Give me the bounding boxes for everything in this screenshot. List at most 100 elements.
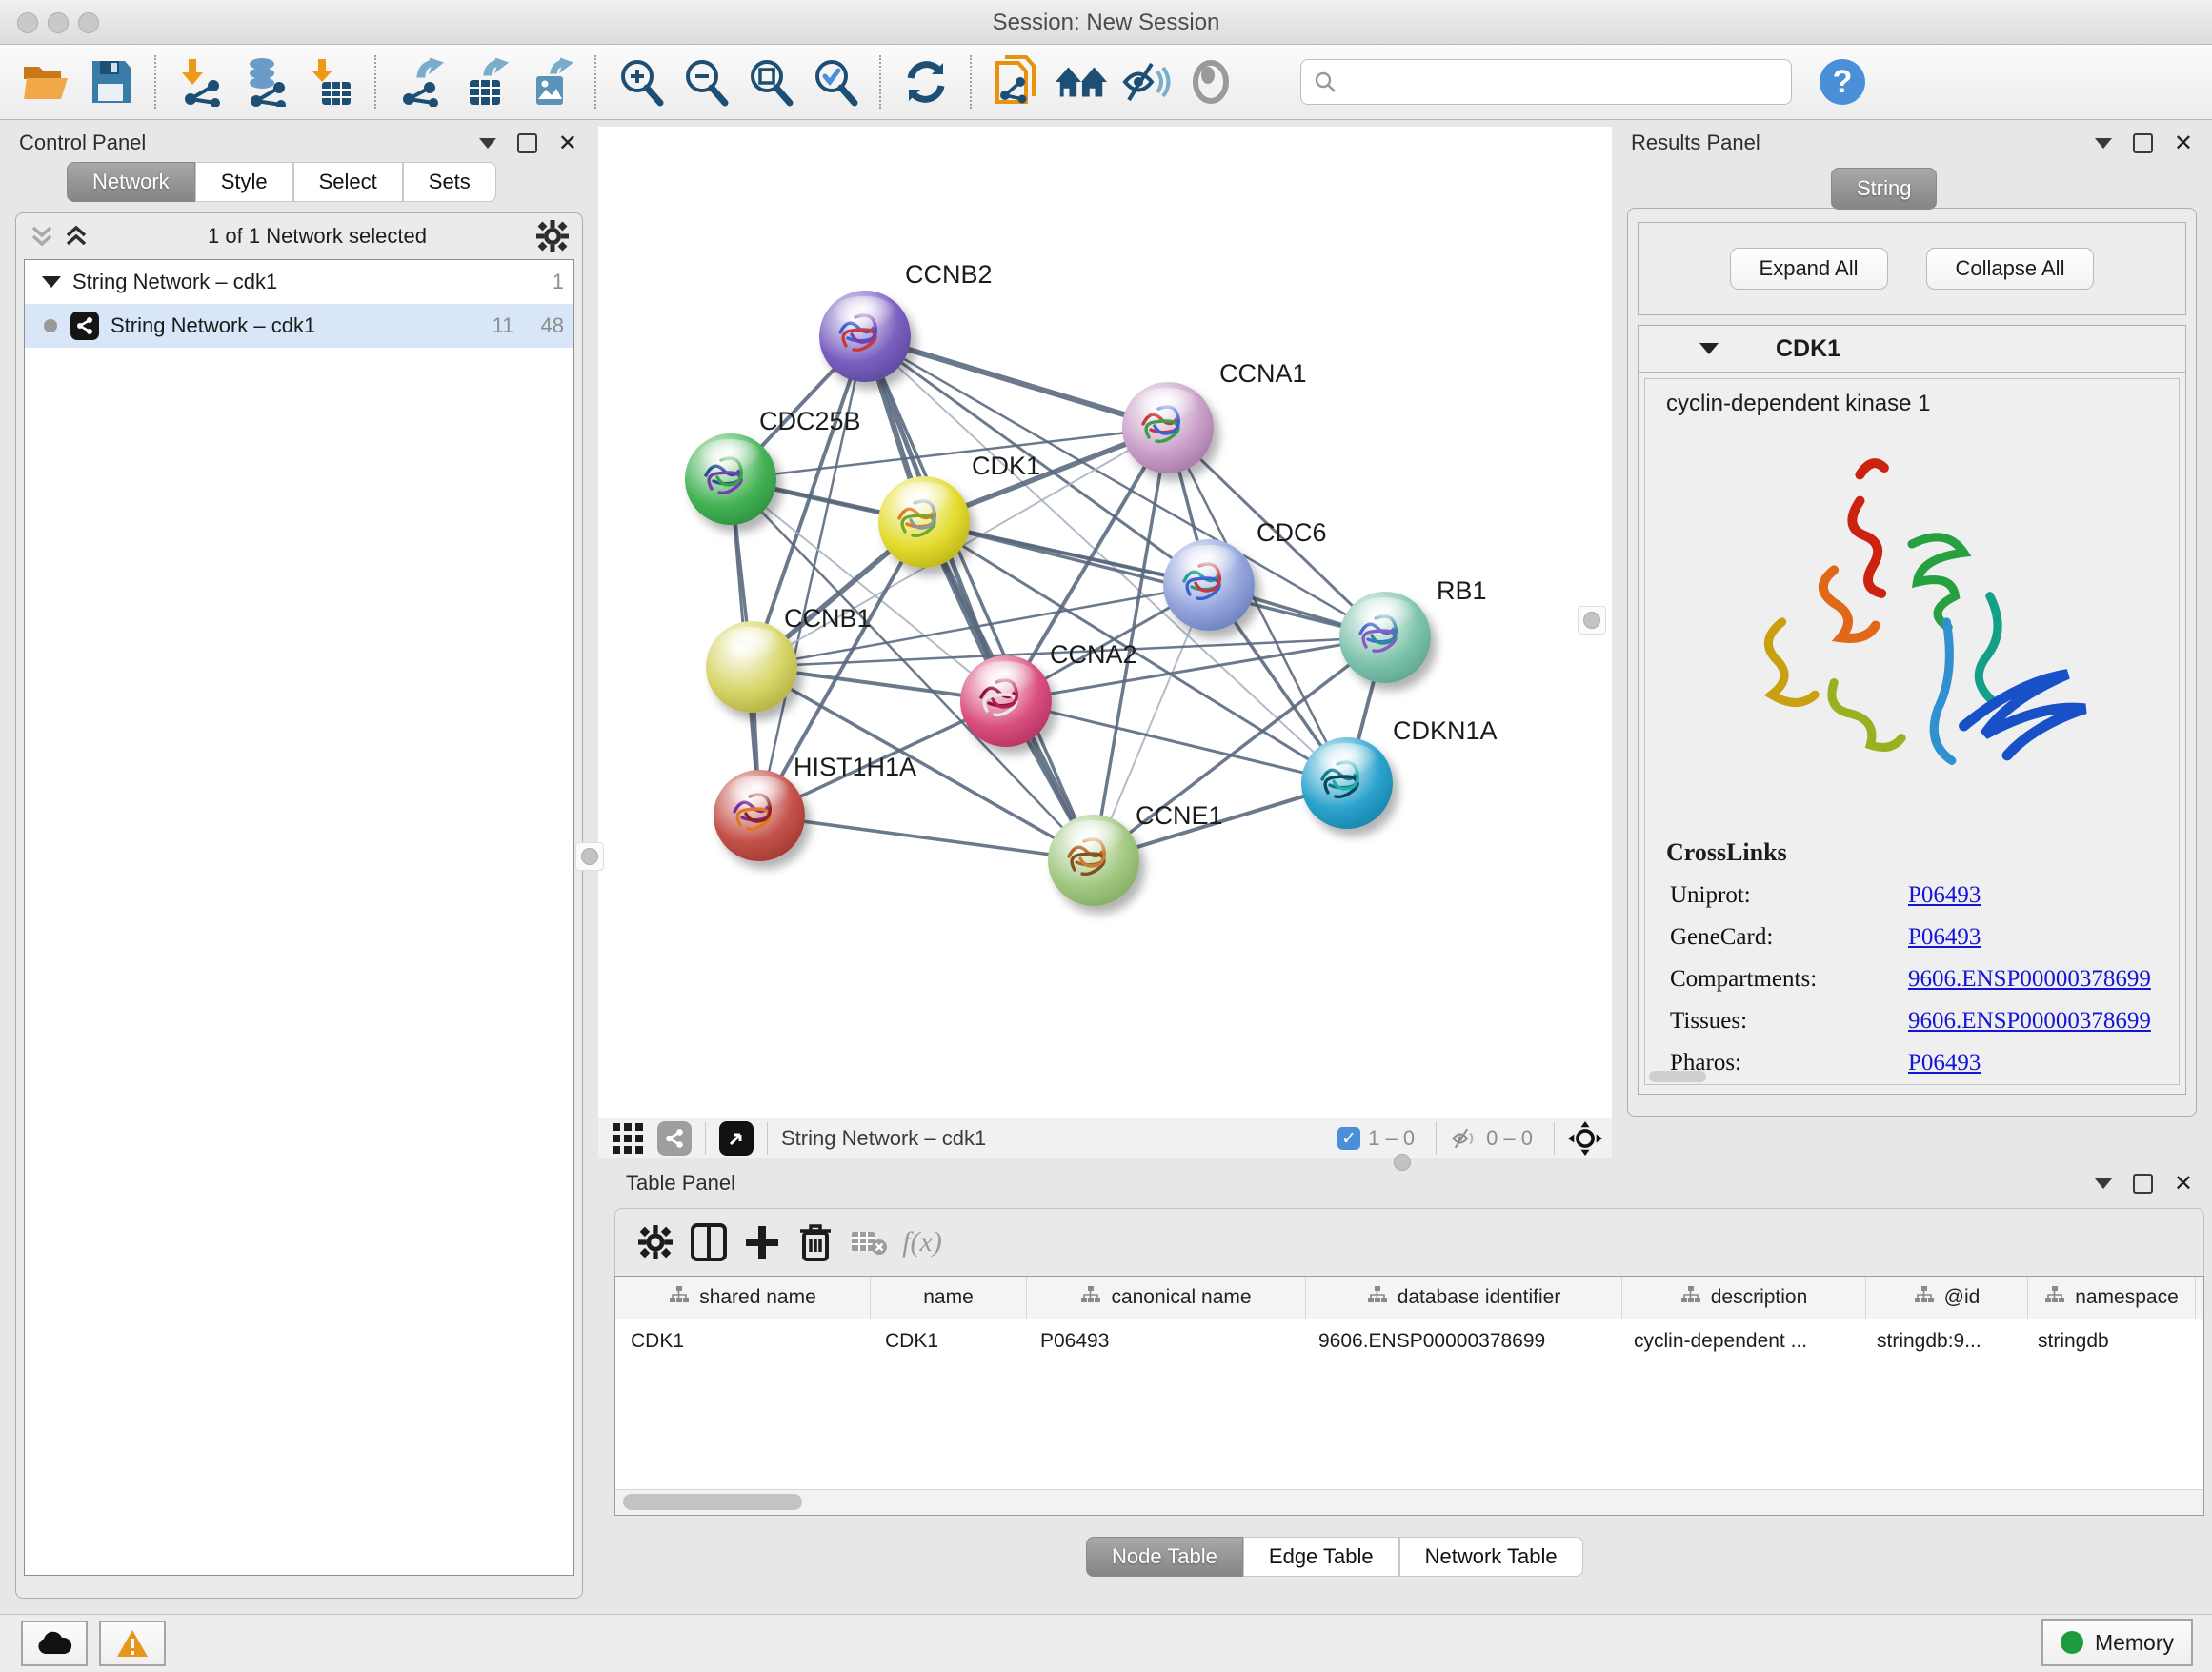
selected-checkbox-icon[interactable]: ✓ [1337, 1127, 1360, 1150]
export-table-icon[interactable] [458, 54, 513, 110]
crosslink-link[interactable]: 9606.ENSP00000378699 [1908, 1008, 2151, 1035]
tab-style[interactable]: Style [195, 162, 293, 202]
tab-select[interactable]: Select [293, 162, 403, 202]
control-panel-menu-icon[interactable] [479, 138, 496, 149]
table-cell[interactable]: P06493 [1025, 1319, 1303, 1363]
show-columns-icon[interactable] [682, 1218, 735, 1267]
network-node-ccnb1[interactable] [706, 621, 797, 713]
table-options-gear-icon[interactable] [629, 1218, 682, 1267]
network-node-cdc25b[interactable] [685, 433, 776, 525]
table-cell[interactable]: CDK1 [870, 1319, 1025, 1363]
network-node-hist1h1a[interactable] [714, 770, 805, 861]
right-splitter-grip[interactable] [1578, 606, 1606, 635]
column-header-namespace[interactable]: namespace [2028, 1277, 2196, 1319]
import-network-icon[interactable] [173, 54, 229, 110]
network-tree-child-row[interactable]: String Network – cdk1 11 48 [25, 304, 573, 348]
left-splitter-grip[interactable] [575, 842, 604, 871]
import-database-icon[interactable] [238, 54, 293, 110]
table-hscroll[interactable] [615, 1489, 2203, 1515]
detach-view-icon[interactable] [719, 1121, 754, 1156]
table-cell[interactable]: stringdb:9... [1861, 1319, 2022, 1363]
tab-string[interactable]: String [1831, 168, 1937, 210]
table-panel-close-icon[interactable]: ✕ [2174, 1176, 2193, 1192]
export-image-icon[interactable] [523, 54, 578, 110]
pan-crosshair-icon[interactable] [1568, 1121, 1602, 1156]
zoom-fit-icon[interactable] [743, 54, 798, 110]
control-panel-float-icon[interactable] [517, 133, 537, 153]
network-overview-icon[interactable] [657, 1121, 692, 1156]
column-header-description[interactable]: description [1622, 1277, 1866, 1319]
expand-all-icon[interactable] [64, 224, 89, 249]
network-node-ccna2[interactable] [960, 655, 1052, 747]
table-cell[interactable]: cyclin-dependent ... [1619, 1319, 1861, 1363]
crosslink-link[interactable]: P06493 [1908, 1050, 1981, 1077]
table-panel-float-icon[interactable] [2133, 1174, 2153, 1194]
share-file-icon[interactable] [989, 54, 1044, 110]
tab-edge-table[interactable]: Edge Table [1243, 1537, 1399, 1577]
search-box[interactable] [1300, 59, 1792, 105]
control-panel-close-icon[interactable]: ✕ [558, 135, 577, 151]
save-session-icon[interactable] [83, 54, 138, 110]
help-icon[interactable]: ? [1815, 54, 1870, 110]
column-header-shared-name[interactable]: shared name [615, 1277, 871, 1319]
table-row[interactable]: CDK1CDK1P064939606.ENSP00000378699cyclin… [615, 1319, 2203, 1363]
search-input[interactable] [1337, 70, 1751, 94]
crosslink-label: Pharos: [1670, 1050, 1908, 1077]
tab-network[interactable]: Network [67, 162, 195, 202]
tab-sets[interactable]: Sets [403, 162, 496, 202]
column-header-name[interactable]: name [871, 1277, 1027, 1319]
cloud-button[interactable] [21, 1621, 88, 1666]
network-node-ccne1[interactable] [1048, 815, 1139, 906]
network-edge[interactable] [1006, 701, 1347, 783]
crosslink-link[interactable]: 9606.ENSP00000378699 [1908, 966, 2151, 993]
add-column-icon[interactable] [735, 1218, 789, 1267]
collapse-all-icon[interactable] [30, 224, 54, 249]
table-hscroll-thumb[interactable] [623, 1494, 802, 1510]
network-canvas[interactable]: CCNB2CCNA1CDC25BCDK1CDC6RB1CCNB1CCNA2CDK… [598, 127, 1612, 1118]
network-node-ccna1[interactable] [1122, 382, 1214, 473]
network-node-rb1[interactable] [1339, 592, 1431, 683]
table-panel-menu-icon[interactable] [2095, 1178, 2112, 1189]
results-hscroll-thumb[interactable] [1649, 1071, 1706, 1082]
function-builder-icon[interactable]: f(x) [895, 1218, 949, 1267]
export-network-icon[interactable] [393, 54, 449, 110]
zoom-selected-icon[interactable] [808, 54, 863, 110]
network-edge[interactable] [759, 816, 1094, 860]
table-cell[interactable]: 9606.ENSP00000378699 [1303, 1319, 1619, 1363]
delete-column-icon[interactable] [789, 1218, 842, 1267]
show-all-icon[interactable] [1183, 54, 1238, 110]
tab-network-table[interactable]: Network Table [1399, 1537, 1583, 1577]
network-tree-root-row[interactable]: String Network – cdk1 1 [25, 260, 573, 304]
cdk1-collapse-icon[interactable] [1699, 343, 1719, 354]
homes-icon[interactable] [1054, 54, 1109, 110]
import-table-icon[interactable] [303, 54, 358, 110]
crosslink-link[interactable]: P06493 [1908, 924, 1981, 951]
memory-button[interactable]: Memory [2041, 1619, 2193, 1666]
network-node-cdkn1a[interactable] [1301, 737, 1393, 829]
collapse-all-button[interactable]: Collapse All [1926, 248, 2095, 290]
results-panel-float-icon[interactable] [2133, 133, 2153, 153]
table-cell[interactable]: CDK1 [615, 1319, 870, 1363]
zoom-out-icon[interactable] [678, 54, 734, 110]
tab-node-table[interactable]: Node Table [1086, 1537, 1243, 1577]
table-cell[interactable]: stringdb [2022, 1319, 2189, 1363]
column-header-canonical-name[interactable]: canonical name [1027, 1277, 1306, 1319]
tree-collapse-icon[interactable] [42, 276, 61, 288]
results-panel-close-icon[interactable]: ✕ [2174, 135, 2193, 151]
network-options-gear-icon[interactable] [536, 220, 569, 252]
expand-all-button[interactable]: Expand All [1730, 248, 1888, 290]
column-header-database-identifier[interactable]: database identifier [1306, 1277, 1622, 1319]
warnings-button[interactable] [99, 1621, 166, 1666]
network-node-ccnb2[interactable] [819, 291, 911, 382]
network-node-cdc6[interactable] [1163, 539, 1255, 631]
zoom-in-icon[interactable] [613, 54, 669, 110]
hide-selected-icon[interactable] [1118, 54, 1174, 110]
open-session-icon[interactable] [18, 54, 73, 110]
grid-view-icon[interactable] [612, 1122, 644, 1155]
crosslink-link[interactable]: P06493 [1908, 882, 1981, 909]
network-node-cdk1[interactable] [878, 476, 970, 568]
refresh-icon[interactable] [898, 54, 954, 110]
column-header--id[interactable]: @id [1866, 1277, 2028, 1319]
results-panel-menu-icon[interactable] [2095, 138, 2112, 149]
delete-table-icon[interactable] [842, 1218, 895, 1267]
